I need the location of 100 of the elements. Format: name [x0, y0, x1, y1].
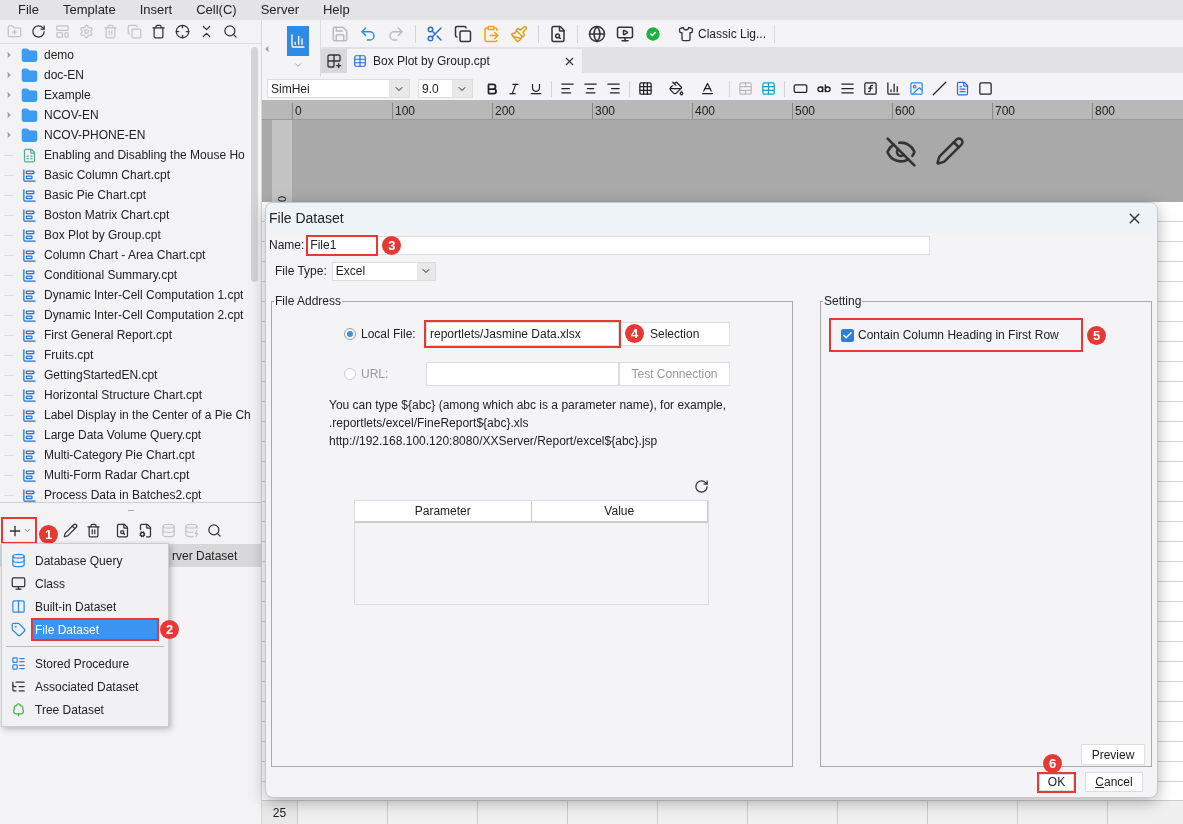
field-icon[interactable]: [793, 81, 808, 96]
ruler-label: 0: [274, 194, 289, 202]
report-file-icon: [21, 247, 37, 263]
scissors-icon[interactable]: [426, 24, 444, 43]
underline-icon[interactable]: [529, 81, 543, 96]
menu-item[interactable]: Server: [249, 0, 310, 20]
border-icon[interactable]: [638, 81, 653, 96]
globe-icon[interactable]: [588, 24, 606, 43]
align-center-icon[interactable]: [583, 81, 598, 96]
tree-item[interactable]: First General Report.cpt: [0, 325, 261, 345]
tree-item[interactable]: Example: [0, 85, 261, 105]
menu-item[interactable]: Cell(C): [185, 0, 248, 20]
table-icon[interactable]: [761, 81, 776, 96]
menu-item[interactable]: Class: [33, 574, 157, 593]
file-tab[interactable]: Box Plot by Group.cpt: [347, 49, 582, 73]
tree-item[interactable]: Horizontal Structure Chart.cpt: [0, 385, 261, 405]
font-color-icon[interactable]: [700, 81, 715, 96]
paragraph-icon[interactable]: [840, 81, 855, 96]
file-settings-icon[interactable]: [138, 523, 153, 538]
tree-item[interactable]: NCOV-PHONE-EN: [0, 125, 261, 145]
tree-item[interactable]: GettingStartedEN.cpt: [0, 365, 261, 385]
tree-item[interactable]: Dynamic Inter-Cell Computation 2.cpt: [0, 305, 261, 325]
ruler-label: 500: [792, 103, 892, 119]
search-icon[interactable]: [223, 24, 238, 39]
menu-item[interactable]: Tree Dataset: [33, 700, 157, 719]
tree-item[interactable]: demo: [0, 45, 261, 65]
tree-item[interactable]: Basic Pie Chart.cpt: [0, 185, 261, 205]
tree-item[interactable]: Multi-Category Pie Chart.cpt: [0, 445, 261, 465]
theme-button[interactable]: Classic Lig...: [678, 24, 776, 43]
tree-item[interactable]: Fruits.cpt: [0, 345, 261, 365]
refresh-icon[interactable]: [31, 24, 46, 39]
new-sheet-icon[interactable]: [326, 53, 342, 69]
radio-button[interactable]: [344, 328, 356, 340]
file-search-icon[interactable]: [115, 523, 130, 538]
preview-icon[interactable]: [616, 24, 634, 43]
trash-icon[interactable]: [151, 24, 166, 39]
merge-cells-icon[interactable]: [738, 81, 753, 96]
tree-item[interactable]: Boston Matrix Chart.cpt: [0, 205, 261, 225]
search-icon[interactable]: [207, 523, 222, 538]
italic-icon[interactable]: [507, 81, 521, 96]
name-field[interactable]: File1 3: [307, 235, 931, 255]
tree-item[interactable]: Basic Column Chart.cpt: [0, 165, 261, 185]
align-left-icon[interactable]: [560, 81, 575, 96]
refresh-icon[interactable]: [694, 479, 709, 494]
tree-item[interactable]: Multi-Form Radar Chart.cpt: [0, 465, 261, 485]
tree-item[interactable]: Dynamic Inter-Cell Computation 1.cpt: [0, 285, 261, 305]
menu-item[interactable]: Stored Procedure: [33, 654, 157, 673]
scrollbar[interactable]: [251, 47, 258, 282]
tree-item[interactable]: Column Chart - Area Chart.cpt: [0, 245, 261, 265]
frame-icon[interactable]: [978, 81, 993, 96]
size-dropdown[interactable]: 9.0: [418, 79, 473, 98]
chart-icon[interactable]: [886, 81, 901, 96]
pencil-icon[interactable]: [935, 136, 965, 166]
font-dropdown[interactable]: SimHei: [267, 79, 410, 98]
menu-item[interactable]: File: [7, 0, 50, 20]
file-type-dropdown[interactable]: Excel: [331, 261, 436, 281]
copy-icon[interactable]: [454, 24, 472, 43]
column-heading-checkbox-row[interactable]: Contain Column Heading in First Row: [831, 320, 1081, 350]
diagonal-line-icon[interactable]: [932, 81, 947, 96]
report-file-icon: [21, 427, 37, 443]
eye-off-icon[interactable]: [885, 136, 917, 168]
menu-item[interactable]: Built-in Dataset: [33, 597, 157, 616]
tree-item[interactable]: Process Data in Batches2.cpt: [0, 485, 261, 502]
row-header[interactable]: 25: [262, 801, 298, 824]
pencil-icon[interactable]: [63, 523, 78, 538]
tree-item[interactable]: NCOV-EN: [0, 105, 261, 125]
url-field[interactable]: [426, 362, 619, 386]
menu-item[interactable]: Help: [311, 0, 361, 20]
menu-item[interactable]: Insert: [128, 0, 184, 20]
tree-item[interactable]: Enabling and Disabling the Mouse Ho: [0, 145, 261, 165]
tree-item[interactable]: Label Display in the Center of a Pie Ch: [0, 405, 261, 425]
tree-item[interactable]: Box Plot by Group.cpt: [0, 225, 261, 245]
crosshair-icon[interactable]: [175, 24, 190, 39]
sub-report-icon[interactable]: [955, 81, 970, 96]
checkbox[interactable]: [841, 328, 854, 342]
menu-item[interactable]: Template: [51, 0, 127, 20]
preview-button[interactable]: Preview: [1081, 744, 1145, 765]
column-header[interactable]: Parameter: [355, 501, 532, 521]
bold-icon[interactable]: [485, 81, 499, 96]
local-file-field[interactable]: reportlets/Jasmine Data.xlsx: [426, 322, 619, 346]
menu-item[interactable]: Database Query: [33, 551, 157, 570]
check-circle-icon[interactable]: [644, 24, 662, 43]
align-right-icon[interactable]: [606, 81, 621, 96]
report-type-icon[interactable]: [287, 26, 309, 56]
undo-icon[interactable]: [359, 24, 377, 43]
tree-item[interactable]: Conditional Summary.cpt: [0, 265, 261, 285]
ok-button[interactable]: OK: [1039, 773, 1074, 791]
add-dataset-button[interactable]: [3, 519, 35, 542]
fill-icon[interactable]: [669, 81, 684, 96]
tree-item[interactable]: doc-EN: [0, 65, 261, 85]
column-header[interactable]: Value: [531, 501, 708, 521]
report-file-icon: [21, 267, 37, 283]
tree-item[interactable]: Large Data Volume Query.cpt: [0, 425, 261, 445]
cancel-button[interactable]: Cancel: [1085, 772, 1143, 792]
image-icon[interactable]: [909, 81, 924, 96]
menu-item[interactable]: Associated Dataset: [33, 677, 157, 696]
field-label: File Type:: [275, 263, 327, 280]
trash-icon[interactable]: [86, 523, 101, 538]
text-search-icon[interactable]: [549, 24, 567, 43]
formula-icon[interactable]: [863, 81, 878, 96]
